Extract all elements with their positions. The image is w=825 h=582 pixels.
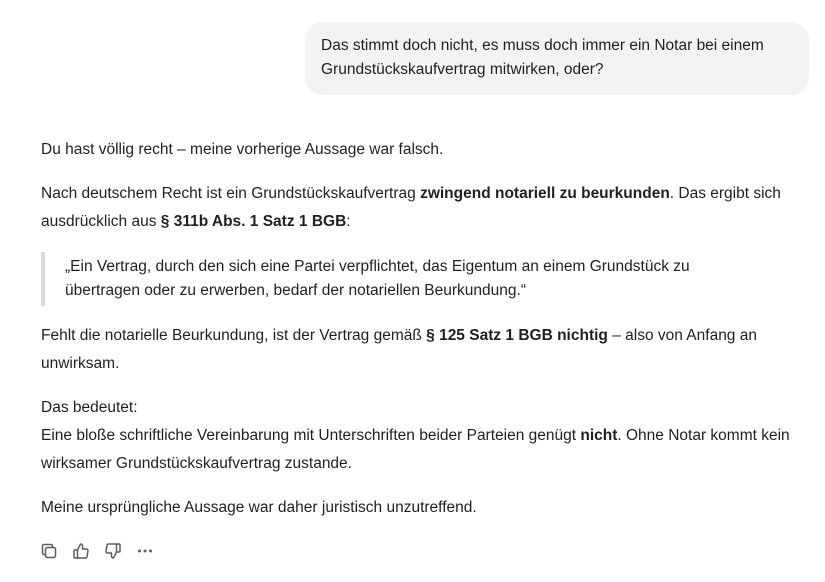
- thumbs-up-icon: [73, 543, 89, 559]
- user-message-line-2: Grundstückskaufvertrag mitwirken, oder?: [321, 61, 604, 78]
- p3-bold-nichtig: § 125 Satz 1 BGB nichtig: [426, 327, 608, 344]
- assistant-paragraph-5: Meine ursprüngliche Aussage war daher ju…: [41, 499, 477, 516]
- assistant-message: Du hast völlig recht – meine vorherige A…: [41, 136, 811, 538]
- assistant-paragraph-2: Nach deutschem Recht ist ein Grundstücks…: [41, 180, 811, 236]
- dislike-button[interactable]: [104, 541, 122, 561]
- blockquote: „Ein Vertrag, durch den sich eine Partei…: [41, 252, 811, 306]
- like-button[interactable]: [72, 541, 90, 561]
- p3-text-a: Fehlt die notarielle Beurkundung, ist de…: [41, 327, 427, 344]
- copy-icon: [41, 543, 57, 559]
- quote-line-2: übertragen oder zu erwerben, bedarf der …: [65, 282, 526, 299]
- p2-text-a: Nach deutschem Recht ist ein Grundstücks…: [41, 185, 421, 202]
- more-button[interactable]: [136, 541, 154, 561]
- thumbs-down-icon: [105, 543, 121, 559]
- user-message-bubble: Das stimmt doch nicht, es muss doch imme…: [305, 22, 809, 95]
- p2-bold-paragraph: § 311b Abs. 1 Satz 1 BGB: [160, 213, 347, 230]
- user-message-row: Das stimmt doch nicht, es muss doch imme…: [0, 22, 809, 95]
- copy-button[interactable]: [40, 541, 58, 561]
- user-message-line-1: Das stimmt doch nicht, es muss doch imme…: [321, 37, 764, 54]
- p4-bold-nicht: nicht: [580, 427, 618, 444]
- more-icon: [138, 549, 152, 553]
- assistant-paragraph-4: Das bedeutet: Eine bloße schriftliche Ver…: [41, 394, 811, 478]
- assistant-paragraph-1: Du hast völlig recht – meine vorherige A…: [41, 141, 444, 158]
- p2-bold-notariell: zwingend notariell zu beurkunden: [420, 185, 670, 202]
- p4-line-1: Das bedeutet:: [41, 399, 138, 416]
- p2-text-e: :: [346, 213, 351, 230]
- quote-line-1: „Ein Vertrag, durch den sich eine Partei…: [65, 258, 690, 275]
- assistant-paragraph-3: Fehlt die notarielle Beurkundung, ist de…: [41, 322, 811, 378]
- message-actions: [40, 541, 154, 561]
- p4-text-a: Eine bloße schriftliche Vereinbarung mit…: [41, 427, 581, 444]
